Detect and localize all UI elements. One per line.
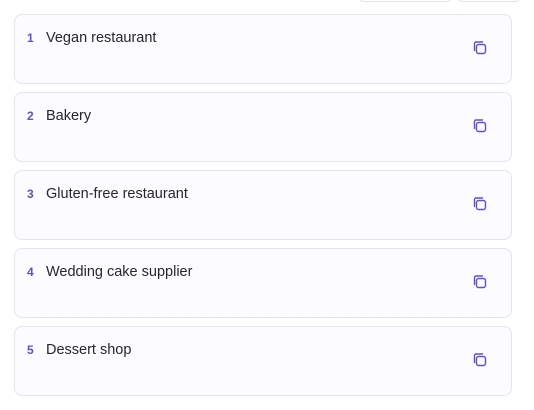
copy-icon [473,197,487,211]
toolbar-button[interactable] [358,0,452,2]
item-number: 3 [27,187,34,201]
copy-button[interactable] [471,351,489,369]
suggestion-list: 1 Vegan restaurant 2 Bakery 3 Gluten-fre… [14,14,512,404]
item-text: Bakery [46,108,92,124]
top-toolbar [0,0,534,2]
copy-icon [473,41,487,55]
toolbar-button[interactable] [457,0,521,2]
item-text: Wedding cake supplier [46,264,193,280]
copy-button[interactable] [471,117,489,135]
copy-button[interactable] [471,273,489,291]
item-text: Vegan restaurant [46,30,157,46]
copy-icon [473,353,487,367]
item-number: 4 [27,265,34,279]
item-number: 2 [27,109,34,123]
list-item: 3 Gluten-free restaurant [14,170,512,240]
copy-button[interactable] [471,39,489,57]
list-item: 4 Wedding cake supplier [14,248,512,318]
item-text: Gluten-free restaurant [46,186,188,202]
list-item: 1 Vegan restaurant [14,14,512,84]
item-text: Dessert shop [46,342,132,358]
item-number: 1 [27,31,34,45]
copy-button[interactable] [471,195,489,213]
list-item: 5 Dessert shop [14,326,512,396]
item-number: 5 [27,343,34,357]
copy-icon [473,275,487,289]
list-item: 2 Bakery [14,92,512,162]
copy-icon [473,119,487,133]
